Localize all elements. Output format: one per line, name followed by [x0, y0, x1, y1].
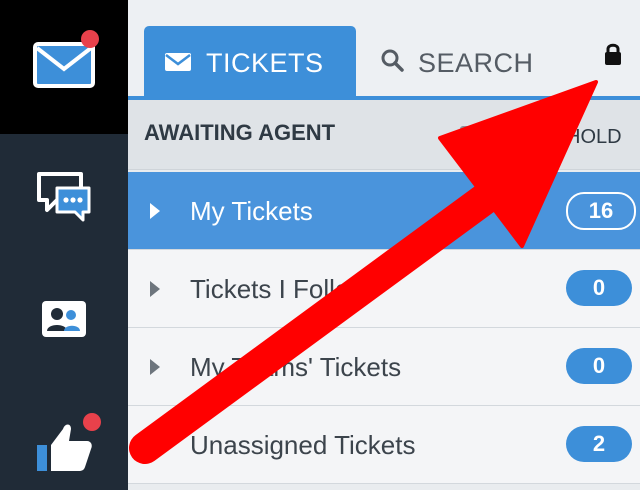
contacts-icon — [40, 299, 88, 344]
list-item-tickets-i-follow[interactable]: Tickets I Follow 0 — [128, 250, 640, 328]
queue-title: AWAITING AGENT — [144, 120, 336, 145]
list-item-label: Tickets I Follow — [190, 274, 369, 304]
hold-checkbox[interactable] — [460, 126, 484, 144]
list-item-label: Unassigned Tickets — [190, 430, 416, 460]
search-icon — [380, 48, 404, 79]
rail-item-chat[interactable] — [0, 160, 128, 238]
list-item-my-tickets[interactable]: My Tickets 16 — [128, 172, 640, 250]
tab-tickets-label: TICKETS — [206, 47, 324, 78]
rail-item-contacts[interactable] — [0, 282, 128, 360]
tab-search-label: SEARCH — [418, 47, 534, 78]
rail-item-feedback[interactable] — [0, 408, 128, 486]
list-item-unassigned-tickets[interactable]: Unassigned Tickets 2 — [128, 406, 640, 484]
envelope-icon — [164, 48, 192, 79]
queue-subheader: AWAITING AGENT HOLD — [128, 100, 640, 170]
thumbs-up-icon — [33, 412, 101, 480]
hold-label: HOLD — [566, 126, 622, 148]
mail-icon — [33, 29, 99, 93]
caret-right-icon — [150, 437, 160, 453]
count-badge: 0 — [566, 270, 632, 306]
notification-dot — [81, 29, 99, 48]
tab-search[interactable]: SEARCH — [380, 26, 534, 100]
caret-right-icon — [150, 359, 160, 375]
list-item-my-teams-tickets[interactable]: My Teams' Tickets 0 — [128, 328, 640, 406]
caret-right-icon — [150, 281, 160, 297]
icon-rail — [0, 0, 128, 490]
rail-item-mail[interactable] — [0, 0, 128, 134]
list-item-label: My Tickets — [190, 196, 313, 226]
main-panel: TICKETS SEARCH AWAITING AGENT HOLD My Ti… — [128, 0, 640, 490]
count-badge: 0 — [566, 348, 632, 384]
chat-icon — [35, 170, 93, 229]
notification-dot — [83, 412, 101, 431]
hold-toggle[interactable] — [460, 126, 484, 144]
list-item-label: My Teams' Tickets — [190, 352, 402, 382]
caret-right-icon — [150, 203, 160, 219]
count-badge: 2 — [566, 426, 632, 462]
tab-tickets[interactable]: TICKETS — [144, 26, 356, 100]
ticket-list: My Tickets 16 Tickets I Follow 0 My Team… — [128, 172, 640, 484]
lock-icon[interactable] — [604, 42, 622, 71]
tab-bar: TICKETS SEARCH — [128, 0, 640, 100]
count-badge: 16 — [566, 192, 636, 230]
